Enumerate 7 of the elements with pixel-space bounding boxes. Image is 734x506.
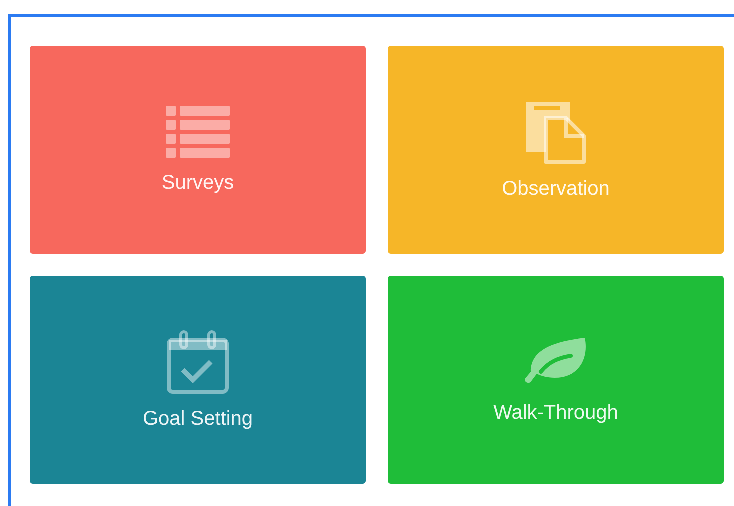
menu-tile[interactable]: Walk-Through: [388, 276, 724, 484]
menu-tile[interactable]: Observation: [388, 46, 724, 254]
menu-tile[interactable]: Surveys: [30, 46, 366, 254]
list-icon: [166, 106, 230, 158]
menu-tile[interactable]: Goal Setting: [30, 276, 366, 484]
calendar-check-icon: [167, 330, 229, 394]
documents-icon: [524, 100, 588, 164]
